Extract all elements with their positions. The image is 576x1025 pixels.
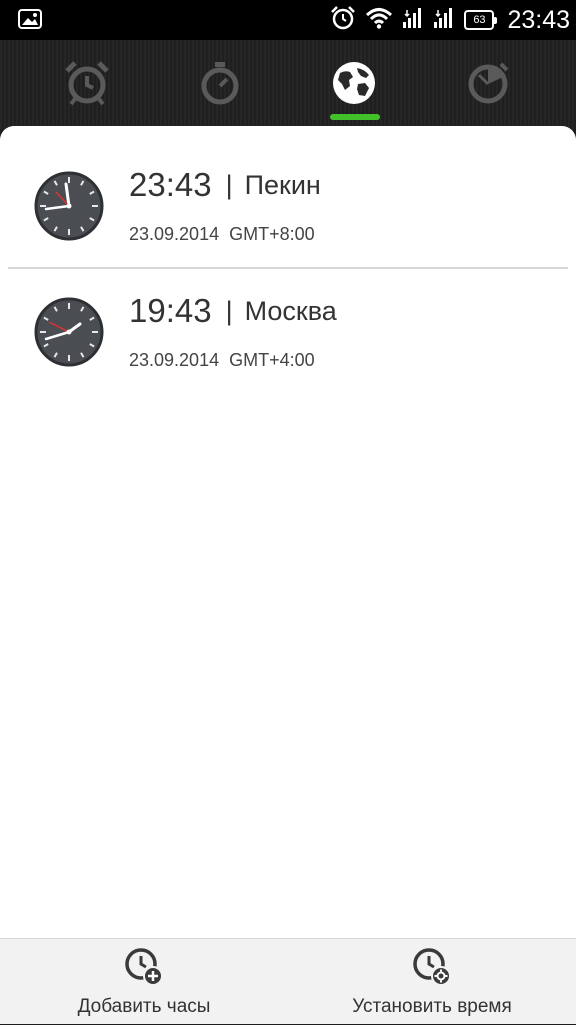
- clock-time: 23:43: [129, 166, 212, 203]
- stopwatch-icon: [198, 59, 242, 107]
- alarm-icon: [330, 6, 356, 34]
- clock-time: 19:43: [129, 292, 212, 329]
- signal-icon: [433, 7, 455, 33]
- signal-icon: [402, 7, 424, 33]
- gmt-offset: GMT+8:00: [229, 224, 315, 244]
- image-icon: [18, 9, 42, 33]
- gmt-offset: GMT+4:00: [229, 350, 315, 370]
- alarm-clock-icon: [63, 59, 111, 107]
- tab-alarm[interactable]: [15, 40, 159, 126]
- analog-clock-icon: [34, 171, 104, 245]
- status-time: 23:43: [507, 5, 570, 34]
- clock-date: 23.09.2014: [129, 224, 220, 244]
- add-clock-label: Добавить часы: [77, 996, 211, 1017]
- tab-bar: [0, 40, 576, 130]
- world-clock-icon: [331, 60, 377, 106]
- tab-timer[interactable]: [416, 40, 560, 126]
- separator: |: [225, 296, 233, 326]
- set-time-icon: [412, 947, 452, 991]
- separator: |: [225, 170, 233, 200]
- analog-clock-icon: [34, 297, 104, 371]
- tab-stopwatch[interactable]: [148, 40, 292, 126]
- active-tab-indicator: [330, 114, 380, 120]
- city-name: Москва: [244, 296, 337, 326]
- add-clock-icon: [124, 947, 164, 991]
- set-time-label: Установить время: [352, 996, 512, 1017]
- add-clock-button[interactable]: Добавить часы: [0, 939, 288, 1025]
- list-item[interactable]: 23:43 | Пекин 23.09.2014 GMT+8:00: [0, 126, 576, 269]
- set-time-button[interactable]: Установить время: [288, 939, 576, 1025]
- status-bar: 63 23:43: [0, 0, 576, 40]
- wifi-icon: [365, 7, 393, 33]
- list-item[interactable]: 19:43 | Москва 23.09.2014 GMT+4:00: [0, 252, 576, 378]
- clock-date: 23.09.2014: [129, 350, 220, 370]
- battery-icon: 63: [464, 10, 498, 30]
- bottom-action-bar: Добавить часы Установить время: [0, 938, 576, 1024]
- city-name: Пекин: [244, 170, 321, 200]
- timer-icon: [465, 60, 511, 106]
- world-clock-list: 23:43 | Пекин 23.09.2014 GMT+8:00 19:43 …: [0, 126, 576, 938]
